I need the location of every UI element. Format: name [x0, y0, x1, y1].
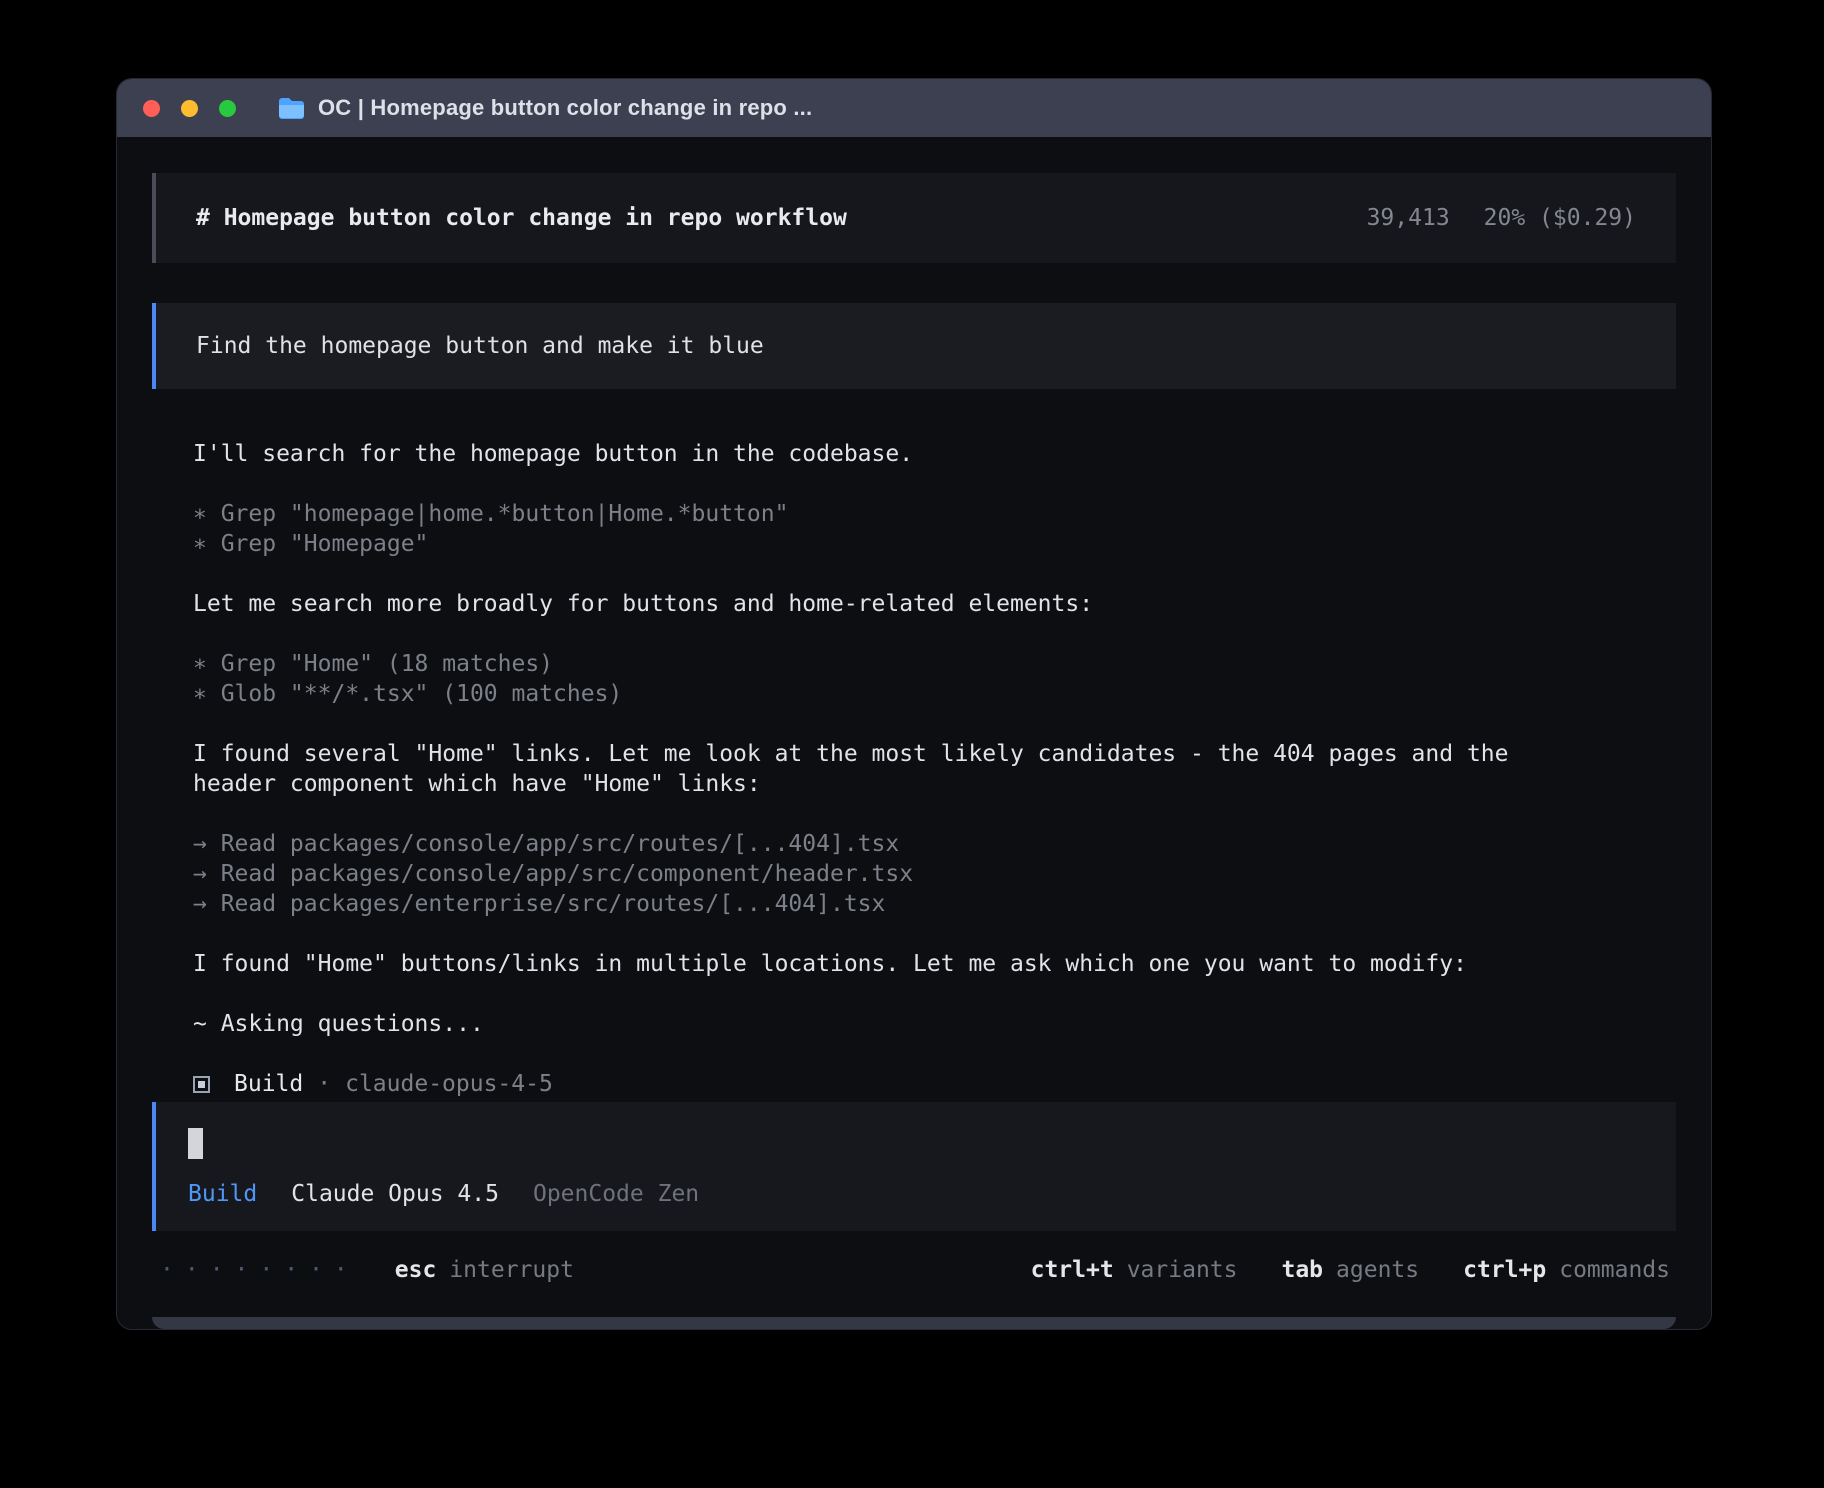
hint-agents: tab agents	[1281, 1257, 1419, 1283]
agent-icon	[193, 1076, 210, 1093]
user-message-text: Find the homepage button and make it blu…	[196, 333, 764, 359]
terminal-content: # Homepage button color change in repo w…	[117, 137, 1711, 1329]
mode-indicator: Build	[188, 1181, 257, 1207]
hint-variants: ctrl+t variants	[1031, 1257, 1238, 1283]
assistant-text: I found several "Home" links. Let me loo…	[193, 739, 1676, 769]
provider-indicator: OpenCode Zen	[533, 1181, 699, 1207]
window-title: OC | Homepage button color change in rep…	[318, 95, 812, 121]
status-bar: ········ esc interrupt ctrl+t variants t…	[152, 1231, 1676, 1283]
session-header: # Homepage button color change in repo w…	[152, 173, 1676, 263]
session-stats: 39,413 20% ($0.29)	[1367, 205, 1636, 231]
agents-label: agents	[1336, 1257, 1419, 1283]
hint-commands: ctrl+p commands	[1463, 1257, 1670, 1283]
agents-key: tab	[1281, 1257, 1323, 1283]
tool-call-read: → Read packages/console/app/src/componen…	[193, 859, 1676, 889]
minimize-button[interactable]	[181, 100, 198, 117]
assistant-text: Let me search more broadly for buttons a…	[193, 589, 1676, 619]
tool-call-grep: ∗ Grep "homepage|home.*button|Home.*butt…	[193, 499, 1676, 529]
assistant-text: header component which have "Home" links…	[193, 769, 1676, 799]
assistant-text: I found "Home" buttons/links in multiple…	[193, 949, 1676, 979]
agent-model: claude-opus-4-5	[345, 1069, 553, 1099]
text-cursor	[188, 1128, 203, 1159]
assistant-text: I'll search for the homepage button in t…	[193, 439, 1676, 469]
tool-call-grep: ∗ Grep "Homepage"	[193, 529, 1676, 559]
agent-separator: ·	[317, 1069, 331, 1099]
conversation: I'll search for the homepage button in t…	[152, 439, 1676, 1099]
token-count: 39,413	[1367, 205, 1450, 231]
commands-key: ctrl+p	[1463, 1257, 1546, 1283]
prompt-input[interactable]: Build Claude Opus 4.5 OpenCode Zen	[152, 1102, 1676, 1231]
variants-label: variants	[1127, 1257, 1238, 1283]
esc-label: interrupt	[449, 1257, 574, 1283]
agent-status-row: Build · claude-opus-4-5	[193, 1069, 1676, 1099]
user-message: Find the homepage button and make it blu…	[152, 303, 1676, 389]
model-indicator: Claude Opus 4.5	[291, 1181, 499, 1207]
esc-key: esc	[395, 1257, 437, 1283]
input-meta: Build Claude Opus 4.5 OpenCode Zen	[188, 1181, 1644, 1207]
context-usage: 20% ($0.29)	[1484, 205, 1636, 231]
tool-call-read: → Read packages/console/app/src/routes/[…	[193, 829, 1676, 859]
zoom-button[interactable]	[219, 100, 236, 117]
tool-call-read: → Read packages/enterprise/src/routes/[.…	[193, 889, 1676, 919]
status-text: ~ Asking questions...	[193, 1009, 1676, 1039]
spinner-dots: ········	[160, 1257, 359, 1283]
window-bottom-edge	[152, 1283, 1676, 1329]
folder-icon	[278, 97, 305, 119]
agent-name: Build	[234, 1069, 303, 1099]
close-button[interactable]	[143, 100, 160, 117]
variants-key: ctrl+t	[1031, 1257, 1114, 1283]
window-title-area: OC | Homepage button color change in rep…	[278, 95, 812, 121]
tool-call-glob: ∗ Glob "**/*.tsx" (100 matches)	[193, 679, 1676, 709]
tool-call-grep: ∗ Grep "Home" (18 matches)	[193, 649, 1676, 679]
terminal-window: OC | Homepage button color change in rep…	[116, 78, 1712, 1330]
traffic-lights	[143, 100, 236, 117]
session-title: # Homepage button color change in repo w…	[196, 205, 847, 231]
commands-label: commands	[1559, 1257, 1670, 1283]
titlebar: OC | Homepage button color change in rep…	[117, 79, 1711, 137]
hint-interrupt: esc interrupt	[395, 1257, 574, 1283]
